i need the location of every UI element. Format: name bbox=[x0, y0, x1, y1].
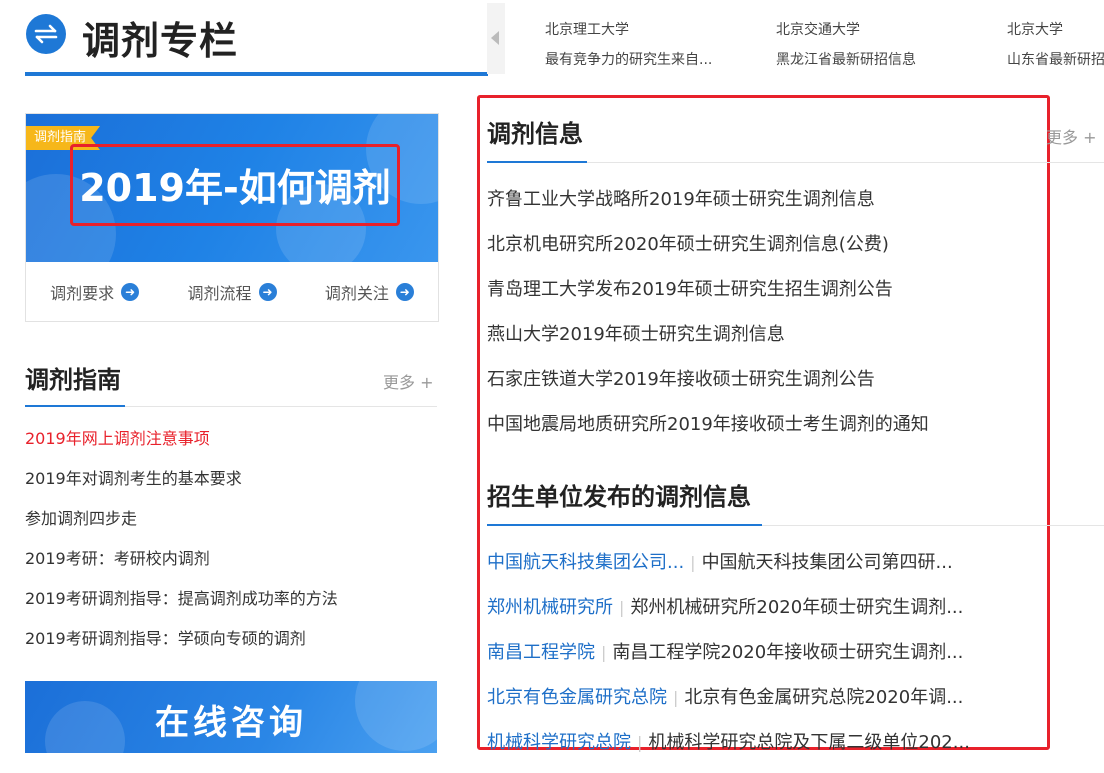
unit-name-link[interactable]: 机械科学研究总院 bbox=[487, 732, 631, 753]
list-item[interactable]: 北京机电研究所2020年硕士研究生调剂信息(公费) bbox=[487, 230, 929, 275]
list-item[interactable]: 石家庄铁道大学2019年接收硕士研究生调剂公告 bbox=[487, 365, 929, 410]
list-item[interactable]: 中国地震局地质研究所2019年接收硕士考生调剂的通知 bbox=[487, 410, 929, 455]
ticker-headline[interactable]: 最有竞争力的研究生来自... bbox=[545, 45, 712, 74]
unit-name-link[interactable]: 中国航天科技集团公司... bbox=[487, 552, 684, 573]
ticker-school[interactable]: 北京交通大学 bbox=[776, 15, 916, 45]
ticker-item[interactable]: 北京大学 山东省最新研招 bbox=[1007, 15, 1104, 74]
list-item[interactable]: 2019考研调剂指导：提高调剂成功率的方法 bbox=[25, 585, 338, 625]
list-item[interactable]: 齐鲁工业大学战略所2019年硕士研究生调剂信息 bbox=[487, 185, 929, 230]
list-item[interactable]: 2019年对调剂考生的基本要求 bbox=[25, 465, 338, 505]
list-item: 机械科学研究总院 | 机械科学研究总院及下属二级单位202... bbox=[487, 728, 970, 773]
ticker-school[interactable]: 北京理工大学 bbox=[545, 15, 712, 45]
guide-link-process[interactable]: 调剂流程 ➜ bbox=[187, 280, 277, 304]
arrow-right-icon: ➜ bbox=[121, 283, 140, 301]
unit-title-link[interactable]: 郑州机械研究所2020年硕士研究生调剂... bbox=[630, 597, 963, 618]
list-item[interactable]: 燕山大学2019年硕士研究生调剂信息 bbox=[487, 320, 929, 365]
guide-accent bbox=[25, 405, 125, 407]
news-ticker: 北京理工大学 最有竞争力的研究生来自... 北京交通大学 黑龙江省最新研招信息 … bbox=[487, 3, 1104, 74]
page-title: 调剂专栏 bbox=[82, 19, 239, 63]
list-item[interactable]: 2019考研调剂指导：学硕向专硕的调剂 bbox=[25, 625, 338, 665]
guide-list: 2019年网上调剂注意事项 2019年对调剂考生的基本要求 参加调剂四步走 20… bbox=[25, 425, 338, 665]
unit-title-link[interactable]: 机械科学研究总院及下属二级单位202... bbox=[648, 732, 970, 753]
unit-name-link[interactable]: 南昌工程学院 bbox=[487, 642, 595, 663]
list-item: 北京有色金属研究总院 | 北京有色金属研究总院2020年调... bbox=[487, 683, 970, 728]
info-list: 齐鲁工业大学战略所2019年硕士研究生调剂信息 北京机电研究所2020年硕士研究… bbox=[487, 185, 929, 455]
ticker-item[interactable]: 北京交通大学 黑龙江省最新研招信息 bbox=[776, 15, 916, 74]
list-item: 中国航天科技集团公司... | 中国航天科技集团公司第四研... bbox=[487, 548, 970, 593]
list-item[interactable]: 参加调剂四步走 bbox=[25, 505, 338, 545]
unit-title-link[interactable]: 南昌工程学院2020年接收硕士研究生调剂... bbox=[612, 642, 963, 663]
list-item[interactable]: 2019年网上调剂注意事项 bbox=[25, 425, 338, 465]
list-item[interactable]: 2019考研：考研校内调剂 bbox=[25, 545, 338, 585]
unit-title-link[interactable]: 中国航天科技集团公司第四研... bbox=[702, 552, 953, 573]
separator: | bbox=[637, 733, 643, 752]
units-list: 中国航天科技集团公司... | 中国航天科技集团公司第四研... 郑州机械研究所 | 郑… bbox=[487, 548, 970, 773]
ticker-headline[interactable]: 黑龙江省最新研招信息 bbox=[776, 45, 916, 74]
separator: | bbox=[690, 553, 696, 572]
units-section-title: 招生单位发布的调剂信息 bbox=[487, 483, 751, 511]
arrow-right-icon: ➜ bbox=[395, 283, 414, 301]
unit-name-link[interactable]: 郑州机械研究所 bbox=[487, 597, 613, 618]
separator: | bbox=[601, 643, 607, 662]
guide-link-label: 调剂要求 bbox=[50, 284, 115, 303]
info-more-link[interactable]: 更多 + bbox=[1046, 124, 1097, 148]
banner-image[interactable]: 调剂指南 2019年-如何调剂 bbox=[26, 114, 438, 262]
ticker-item[interactable]: 北京理工大学 最有竞争力的研究生来自... bbox=[545, 15, 712, 74]
separator: | bbox=[673, 688, 679, 707]
guide-more-link[interactable]: 更多 + bbox=[383, 369, 434, 393]
list-item: 郑州机械研究所 | 郑州机械研究所2020年硕士研究生调剂... bbox=[487, 593, 970, 638]
guide-links: 调剂要求 ➜ 调剂流程 ➜ 调剂关注 ➜ bbox=[26, 264, 438, 320]
guide-link-focus[interactable]: 调剂关注 ➜ bbox=[325, 280, 414, 304]
separator: | bbox=[619, 598, 625, 617]
list-item[interactable]: 青岛理工大学发布2019年硕士研究生招生调剂公告 bbox=[487, 275, 929, 320]
ticker-headline[interactable]: 山东省最新研招 bbox=[1007, 45, 1104, 74]
unit-name-link[interactable]: 北京有色金属研究总院 bbox=[487, 687, 667, 708]
guide-section-title: 调剂指南 bbox=[25, 366, 121, 394]
arrow-right-icon: ➜ bbox=[258, 283, 277, 301]
header-underline bbox=[25, 72, 488, 76]
info-accent bbox=[487, 161, 587, 163]
consult-label: 在线咨询 bbox=[155, 703, 307, 743]
list-item: 南昌工程学院 | 南昌工程学院2020年接收硕士研究生调剂... bbox=[487, 638, 970, 683]
units-accent bbox=[487, 524, 762, 526]
info-section-title: 调剂信息 bbox=[487, 120, 583, 148]
guide-link-requirements[interactable]: 调剂要求 ➜ bbox=[50, 280, 140, 304]
unit-title-link[interactable]: 北京有色金属研究总院2020年调... bbox=[684, 687, 963, 708]
guide-banner[interactable]: 调剂指南 2019年-如何调剂 调剂要求 ➜ 调剂流程 ➜ 调剂关注 ➜ bbox=[25, 113, 439, 322]
exchange-icon bbox=[26, 14, 66, 54]
ticker-prev-arrow-icon[interactable] bbox=[491, 31, 499, 45]
banner-title: 2019年-如何调剂 bbox=[70, 144, 400, 226]
guide-link-label: 调剂流程 bbox=[187, 284, 252, 303]
ticker-school[interactable]: 北京大学 bbox=[1007, 15, 1104, 45]
online-consult-banner[interactable]: 在线咨询 bbox=[25, 681, 437, 753]
guide-link-label: 调剂关注 bbox=[324, 284, 389, 303]
